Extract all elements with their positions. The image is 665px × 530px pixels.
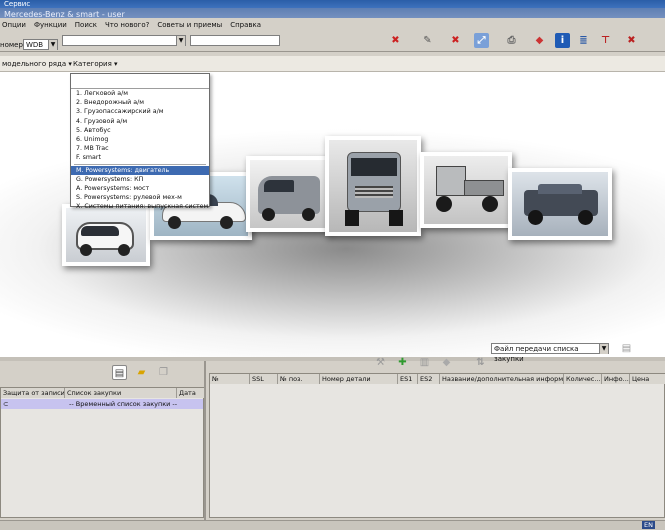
category-dropdown-input[interactable] <box>71 74 209 89</box>
document-icon[interactable]: ▥ <box>417 355 432 370</box>
category-item[interactable]: F. smart <box>71 153 209 162</box>
status-bar: EN <box>0 520 665 530</box>
menu-bar: Опции Функции Поиск Что нового? Советы и… <box>0 18 665 32</box>
copy-icon[interactable]: ❐ <box>156 365 171 380</box>
column-header[interactable]: № <box>210 374 250 384</box>
chevron-down-icon: ▼ <box>176 36 185 46</box>
lock-icon: ⊂ <box>3 400 9 408</box>
delete-search-icon[interactable]: ✖ <box>388 33 403 48</box>
prefix-select[interactable]: WDB ▼ <box>23 39 58 50</box>
filter-bar: модельного ряда ▾ Категория ▾ <box>0 56 665 72</box>
category-dropdown-list: 1. Легковой а/м 2. Внедорожный а/м 3. Гр… <box>71 89 209 211</box>
category-item[interactable]: G. Powersystems: КП <box>71 175 209 184</box>
column-header[interactable]: Количес... <box>564 374 602 384</box>
shopping-lists-panel: ▤ ▰ ❐ Защита от записи Список закупки Да… <box>0 361 206 520</box>
category-filter[interactable]: Категория ▾ <box>73 60 118 68</box>
category-item[interactable]: 3. Грузопассажирский а/м <box>71 107 209 116</box>
menu-whats-new[interactable]: Что нового? <box>105 21 149 29</box>
column-header[interactable]: Защита от записи <box>1 388 65 398</box>
column-header[interactable]: ES2 <box>418 374 440 384</box>
column-header[interactable]: Инфо... <box>602 374 630 384</box>
toolbar: номер WDB ▼ ▼ ✖ ✎ ✖ ⤢ ⎙ ◆ i ≣ ⊤ ✖ <box>0 32 665 52</box>
new-list-icon[interactable]: ▤ <box>112 365 127 380</box>
signpost-icon[interactable]: ⊤ <box>598 33 613 48</box>
column-header[interactable]: Номер детали <box>320 374 398 384</box>
window-menu: Сервис <box>0 0 665 8</box>
vehicle-card-van[interactable] <box>246 156 330 232</box>
category-item[interactable]: X. Системы питания: выпускная система <box>71 202 209 211</box>
prefix-label: номер <box>0 41 23 49</box>
category-item[interactable]: 1. Легковой а/м <box>71 89 209 98</box>
column-header[interactable]: № поз. <box>278 374 320 384</box>
chevron-down-icon: ▼ <box>48 40 57 50</box>
parts-grid: № SSL № поз. Номер детали ES1 ES2 Назван… <box>209 373 665 518</box>
chevron-down-icon: ▼ <box>599 344 608 354</box>
shopping-lists-grid: Защита от записи Список закупки Дата ⊂ -… <box>0 387 205 518</box>
clear-filter-icon[interactable]: ✖ <box>448 33 463 48</box>
menu-tips[interactable]: Советы и приемы <box>157 21 222 29</box>
prefix-select-value: WDB <box>26 41 44 49</box>
transfer-file-select[interactable]: Файл передачи списка закупки ▼ <box>491 343 609 363</box>
add-part-icon[interactable]: ✚ <box>395 355 410 370</box>
category-item[interactable]: A. Powersystems: мост <box>71 184 209 193</box>
column-header[interactable]: Название/дополнительная информ... <box>440 374 564 384</box>
menu-help[interactable]: Справка <box>230 21 261 29</box>
category-dropdown[interactable]: 1. Легковой а/м 2. Внедорожный а/м 3. Гр… <box>70 73 210 210</box>
edit-icon[interactable]: ✎ <box>420 33 435 48</box>
menu-functions[interactable]: Функции <box>34 21 67 29</box>
export-icon[interactable]: ▤ <box>619 341 634 356</box>
language-indicator: EN <box>642 521 655 529</box>
vehicle-card-truck[interactable] <box>325 136 421 236</box>
column-header[interactable]: SSL <box>250 374 278 384</box>
menu-options[interactable]: Опции <box>2 21 26 29</box>
menu-search[interactable]: Поиск <box>75 21 97 29</box>
list-name: -- Временный список закупки -- <box>69 400 178 408</box>
column-header[interactable]: Цена <box>630 374 665 384</box>
category-item[interactable]: S. Powersystems: рулевой мех-м <box>71 193 209 202</box>
print-icon[interactable]: ⎙ <box>504 33 519 48</box>
list-contents-panel: ⚒ ✚ ▥ ◆ ⇅ Файл передачи списка закупки ▼… <box>209 343 665 520</box>
search-input[interactable] <box>190 35 280 46</box>
category-item[interactable]: 7. MB Trac <box>71 144 209 153</box>
dropdown-separator <box>74 163 206 165</box>
tools-icon[interactable]: ⚒ <box>373 355 388 370</box>
category-item[interactable]: 2. Внедорожный а/м <box>71 98 209 107</box>
category-item[interactable]: 4. Грузовой а/м <box>71 117 209 126</box>
column-header[interactable]: Дата <box>177 388 205 398</box>
column-header[interactable]: ES1 <box>398 374 418 384</box>
category-item[interactable]: M. Powersystems: двигатель <box>71 165 209 175</box>
info-icon[interactable]: i <box>555 33 570 48</box>
fullscreen-icon[interactable]: ⤢ <box>474 33 489 48</box>
window-menu-item[interactable]: Сервис <box>4 0 30 8</box>
category-item[interactable]: 6. Unimog <box>71 135 209 144</box>
open-folder-icon[interactable]: ▰ <box>134 365 149 380</box>
erase-icon[interactable]: ◆ <box>439 355 454 370</box>
column-header[interactable]: Список закупки <box>65 388 177 398</box>
vehicle-card-smart[interactable] <box>62 204 150 266</box>
vehicle-card-gclass[interactable] <box>508 168 612 240</box>
model-filter[interactable]: модельного ряда ▾ <box>2 60 72 68</box>
books-icon[interactable]: ≣ <box>576 33 591 48</box>
eraser-icon[interactable]: ◆ <box>532 33 547 48</box>
vehicle-card-unimog[interactable] <box>420 152 512 228</box>
table-row[interactable]: ⊂ -- Временный список закупки -- <box>1 399 203 409</box>
transfer-icon[interactable]: ⇅ <box>473 355 488 370</box>
category-item[interactable]: 5. Автобус <box>71 126 209 135</box>
close-icon[interactable]: ✖ <box>624 33 639 48</box>
vin-input[interactable]: ▼ <box>62 35 186 46</box>
